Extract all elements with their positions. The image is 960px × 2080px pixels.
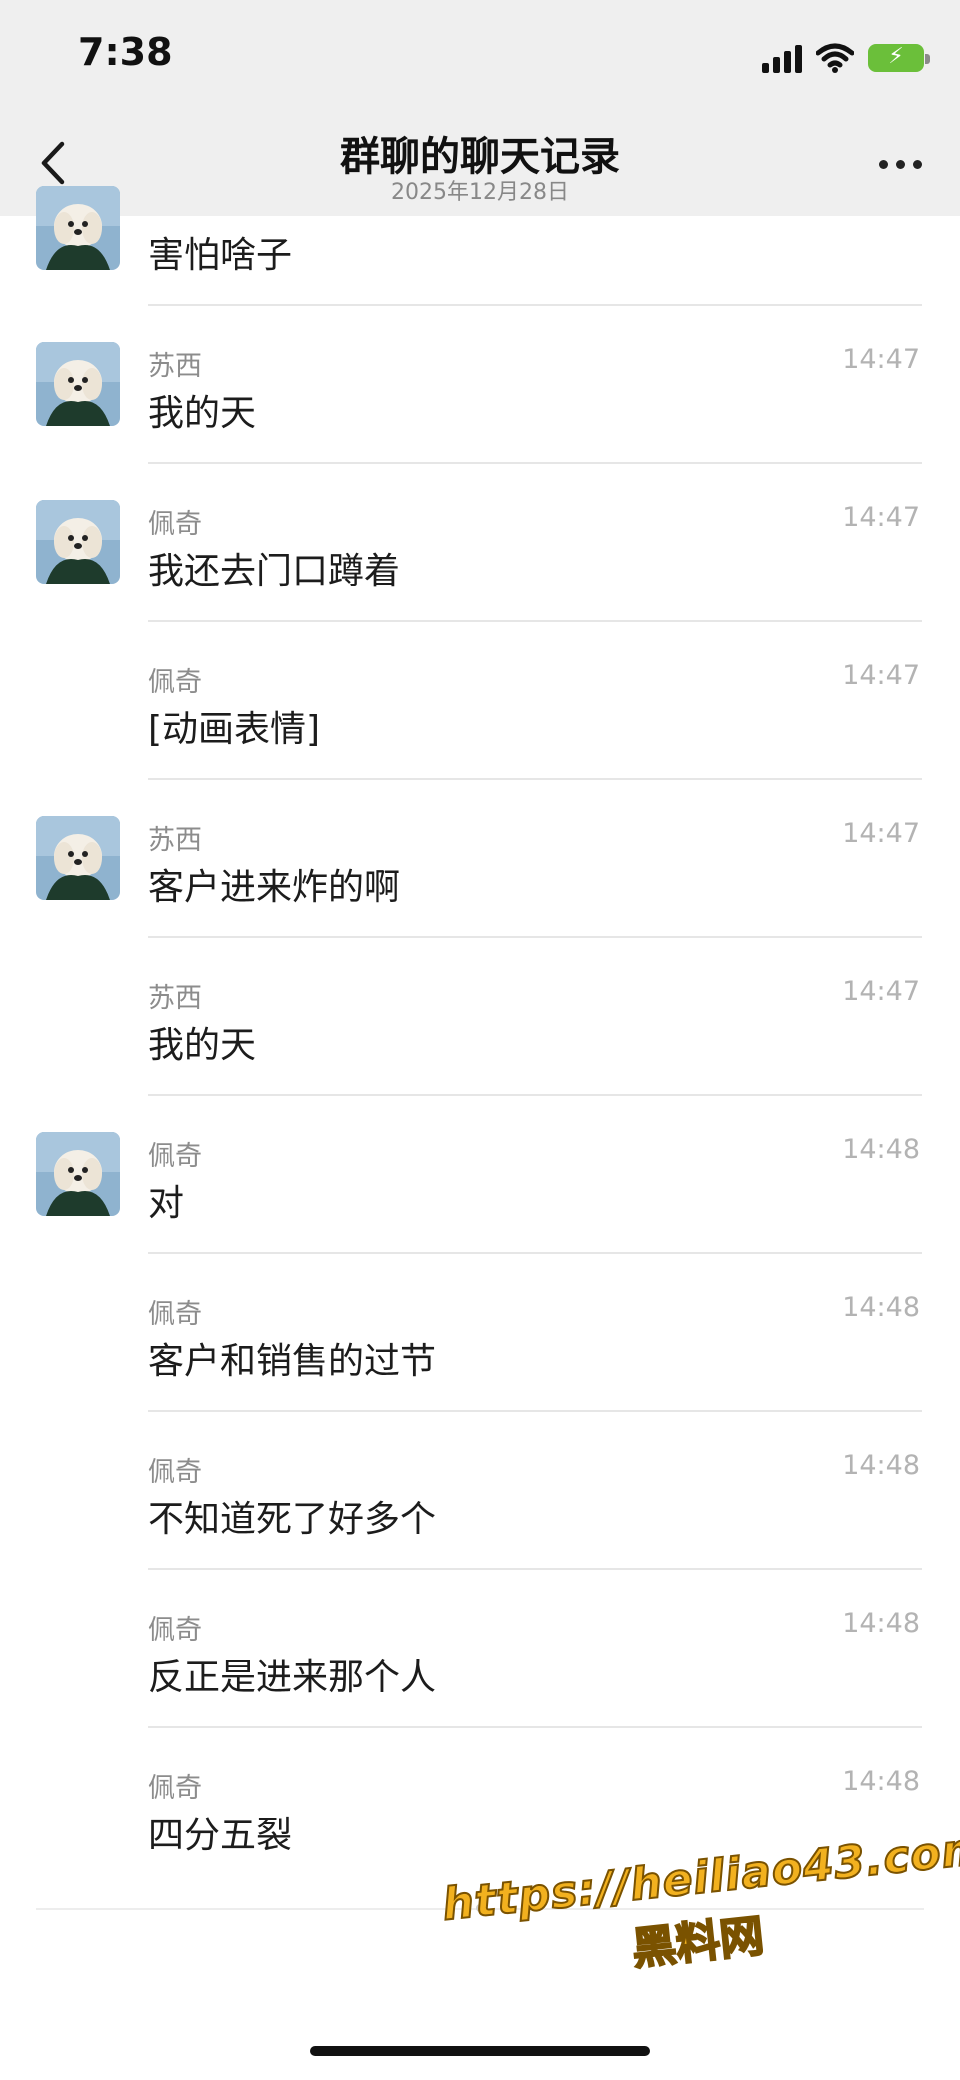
nav-bar: 群聊的聊天记录 2025年12月28日	[0, 108, 960, 216]
message-sender: 苏西	[148, 825, 202, 856]
message-row[interactable]: 佩奇 14:48 对	[0, 1096, 960, 1254]
message-time: 14:47	[842, 818, 920, 849]
message-sender: 佩奇	[148, 1773, 202, 1804]
message-row[interactable]: 害怕啥子	[0, 186, 960, 306]
message-text: 我的天	[148, 1025, 257, 1066]
message-row[interactable]: 苏西 14:47 客户进来炸的啊	[0, 780, 960, 938]
page-subtitle-date: 2025年12月28日	[391, 180, 569, 205]
message-row[interactable]: 佩奇 14:47 [动画表情]	[0, 622, 960, 780]
message-text: [动画表情]	[148, 709, 321, 750]
message-row[interactable]: 佩奇 14:47 我还去门口蹲着	[0, 464, 960, 622]
message-text: 不知道死了好多个	[148, 1499, 437, 1540]
message-list: 害怕啥子 苏西 14:47 我的天 佩奇 14:47 我还去门口蹲着 佩奇 14:47 [动画表情…	[0, 186, 960, 1886]
message-time: 14:48	[842, 1134, 920, 1165]
message-text: 害怕啥子	[148, 235, 293, 276]
message-time: 14:48	[842, 1450, 920, 1481]
message-row[interactable]: 苏西 14:47 我的天	[0, 938, 960, 1096]
message-text: 我的天	[148, 393, 257, 434]
signal-icon	[762, 43, 802, 73]
message-time: 14:47	[842, 502, 920, 533]
message-sender: 佩奇	[148, 1299, 202, 1330]
message-row[interactable]: 佩奇 14:48 客户和销售的过节	[0, 1254, 960, 1412]
message-time: 14:48	[842, 1608, 920, 1639]
status-time: 7:38	[78, 30, 173, 74]
message-sender: 苏西	[148, 351, 202, 382]
message-time: 14:48	[842, 1766, 920, 1797]
status-bar: 7:38 ⚡	[0, 0, 960, 108]
message-sender: 佩奇	[148, 667, 202, 698]
battery-charging-icon: ⚡	[868, 44, 930, 72]
message-text: 客户进来炸的啊	[148, 867, 401, 908]
more-dots-icon[interactable]	[879, 160, 922, 169]
message-text: 客户和销售的过节	[148, 1341, 437, 1382]
status-icons: ⚡	[762, 40, 930, 76]
message-sender: 佩奇	[148, 509, 202, 540]
message-text: 四分五裂	[148, 1815, 293, 1856]
message-time: 14:48	[842, 1292, 920, 1323]
message-sender: 苏西	[148, 983, 202, 1014]
message-time: 14:47	[842, 344, 920, 375]
avatar[interactable]	[36, 500, 120, 584]
message-text: 反正是进来那个人	[148, 1657, 437, 1698]
message-time: 14:47	[842, 660, 920, 691]
message-sender: 佩奇	[148, 1141, 202, 1172]
message-text: 我还去门口蹲着	[148, 551, 401, 592]
avatar[interactable]	[36, 1132, 120, 1216]
avatar[interactable]	[36, 186, 120, 270]
message-time: 14:47	[842, 976, 920, 1007]
message-row[interactable]: 佩奇 14:48 反正是进来那个人	[0, 1570, 960, 1728]
message-row[interactable]: 苏西 14:47 我的天	[0, 306, 960, 464]
message-text: 对	[148, 1183, 185, 1224]
message-sender: 佩奇	[148, 1615, 202, 1646]
home-indicator	[310, 2046, 650, 2056]
avatar[interactable]	[36, 816, 120, 900]
wifi-icon	[816, 43, 854, 73]
avatar[interactable]	[36, 342, 120, 426]
message-row[interactable]: 佩奇 14:48 不知道死了好多个	[0, 1412, 960, 1570]
message-sender: 佩奇	[148, 1457, 202, 1488]
